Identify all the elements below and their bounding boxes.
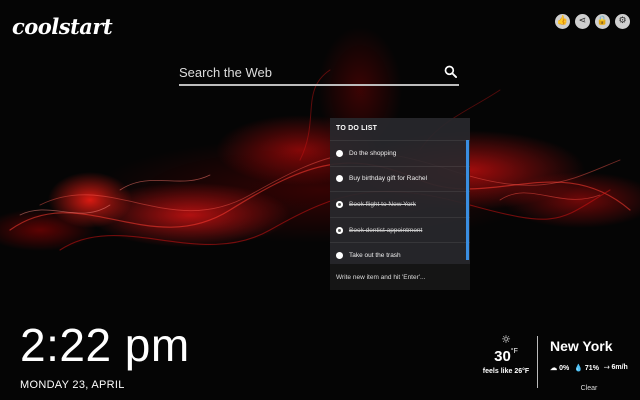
thumbs-up-icon[interactable]: 👍 — [555, 14, 570, 29]
todo-item-label: Buy birthday gift for Rachel — [349, 175, 428, 183]
todo-item-label: Book dentist appointment — [349, 226, 423, 234]
weather-divider — [537, 336, 538, 388]
todo-item[interactable]: Take out the trash — [330, 242, 470, 264]
weather-condition: Clear — [580, 385, 598, 392]
humidity: 💧 71% — [574, 364, 599, 372]
todo-widget: TO DO LIST Do the shopping Buy birthday … — [330, 118, 470, 290]
precipitation-value: 0% — [559, 365, 570, 372]
todo-checkbox[interactable] — [336, 149, 343, 157]
todo-input-area — [330, 264, 470, 290]
todo-item[interactable]: Book dentist appointment — [330, 216, 470, 243]
todo-checkbox[interactable] — [336, 252, 343, 260]
todo-item[interactable]: Book flight to New York — [330, 191, 470, 217]
todo-item-label: Book flight to New York — [349, 200, 416, 208]
gear-icon[interactable]: ⚙ — [615, 14, 630, 29]
wind-value: 6m/h — [611, 364, 628, 371]
todo-scrollbar[interactable] — [466, 140, 469, 260]
weather-widget[interactable]: ☼ 30°F feels like 26°F New York ☁ 0% 💧 7… — [476, 334, 640, 400]
temperature-unit: °F — [510, 348, 518, 355]
wind: ⤑ 6m/h — [604, 364, 628, 372]
todo-item-label: Take out the trash — [349, 252, 401, 260]
todo-new-item-input[interactable] — [330, 264, 470, 290]
search-input[interactable] — [179, 62, 429, 82]
todo-item-label: Do the shopping — [349, 149, 397, 157]
todo-title: TO DO LIST — [336, 125, 378, 132]
todo-list: Do the shopping Buy birthday gift for Ra… — [330, 140, 470, 264]
weather-stats: ☁ 0% 💧 71% ⤑ 6m/h — [538, 364, 640, 372]
weather-current: ☼ 30°F feels like 26°F — [476, 333, 536, 376]
todo-checkbox[interactable] — [336, 200, 343, 208]
wind-icon: ⤑ — [603, 364, 610, 371]
todo-checkbox[interactable] — [336, 175, 343, 183]
search-icon[interactable] — [444, 65, 457, 78]
clock-date: MONDAY 23, APRIL — [20, 379, 125, 391]
todo-item[interactable]: Do the shopping — [330, 140, 470, 166]
feels-like: feels like 26°F — [482, 368, 530, 375]
share-icon[interactable]: ⋖ — [575, 14, 590, 29]
cloud-icon: ☁ — [550, 365, 558, 372]
clock-time: 2:22 pm — [20, 319, 190, 371]
lock-icon[interactable]: 🔒 — [595, 14, 610, 29]
sun-icon: ☼ — [501, 333, 511, 346]
search-bar — [179, 62, 459, 86]
todo-checkbox[interactable] — [336, 226, 343, 234]
temperature: 30°F — [476, 348, 536, 365]
weather-city: New York — [550, 338, 613, 354]
todo-item[interactable]: Buy birthday gift for Rachel — [330, 165, 470, 192]
coolstart-logo: coolstart — [12, 14, 113, 39]
droplet-icon: 💧 — [574, 365, 583, 372]
humidity-value: 71% — [584, 365, 599, 372]
top-toolbar: 👍 ⋖ 🔒 ⚙ — [555, 14, 630, 29]
temperature-value: 30 — [494, 348, 511, 365]
precipitation: ☁ 0% — [550, 364, 569, 372]
